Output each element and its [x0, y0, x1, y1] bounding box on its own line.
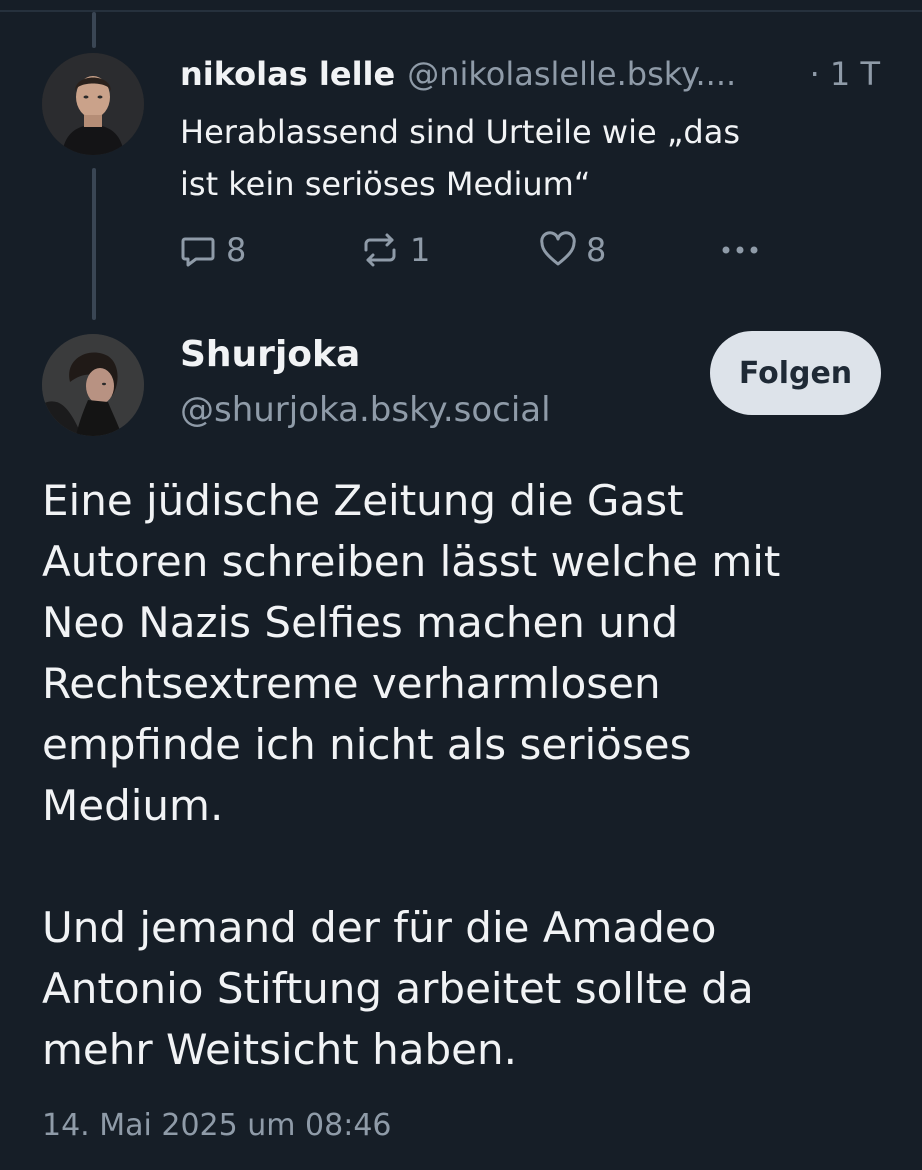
- avatar-nikolas-lelle[interactable]: [42, 53, 144, 155]
- post-text-line: Eine jüdische Zeitung die Gast: [42, 476, 684, 525]
- like-button[interactable]: 8: [538, 226, 606, 274]
- post-text-line: mehr Weitsicht haben.: [42, 1025, 517, 1074]
- author-name[interactable]: Shurjoka: [180, 334, 360, 375]
- author-handle[interactable]: @nikolaslelle.bsky....: [407, 55, 736, 93]
- like-count: 8: [586, 231, 607, 269]
- repost-icon: [364, 233, 396, 267]
- author-handle[interactable]: @shurjoka.bsky.social: [180, 390, 551, 430]
- author-name[interactable]: nikolas lelle: [180, 55, 395, 93]
- more-icon: [722, 246, 758, 254]
- post-text-line: Neo Nazis Selfies machen und: [42, 598, 679, 647]
- post-text-line: Rechtsextreme verharmlosen: [42, 659, 661, 708]
- post-actions: 8 1 8: [178, 226, 778, 274]
- post-text-line: Medium.: [42, 781, 224, 830]
- top-divider: [0, 0, 922, 12]
- post-timestamp: 14. Mai 2025 um 08:46: [42, 1108, 392, 1143]
- thread-connector-top: [92, 12, 96, 48]
- post-text-line: empfinde ich nicht als seriöses: [42, 720, 692, 769]
- reply-icon: [181, 237, 215, 267]
- post-text: Eine jüdische Zeitung die Gast Autoren s…: [42, 470, 892, 1080]
- repost-count: 1: [410, 231, 431, 269]
- more-options-button[interactable]: [716, 226, 772, 274]
- heart-icon: [540, 231, 576, 266]
- post-paragraph: Eine jüdische Zeitung die Gast Autoren s…: [42, 470, 892, 836]
- post-text-line: Antonio Stiftung arbeitet sollte da: [42, 964, 754, 1013]
- reply-button[interactable]: 8: [178, 226, 246, 274]
- parent-post-text-line: Herablassend sind Urteile wie „das: [180, 113, 740, 151]
- reply-count: 8: [226, 231, 247, 269]
- parent-post-text-line: ist kein seriöses Medium“: [180, 165, 591, 203]
- thread-connector: [92, 168, 96, 320]
- parent-post-header: nikolas lelle @nikolaslelle.bsky.... · 1…: [180, 50, 880, 98]
- post-text-line: Autoren schreiben lässt welche mit: [42, 537, 781, 586]
- avatar-shurjoka[interactable]: [42, 334, 144, 436]
- post-age: · 1 T: [809, 55, 880, 93]
- repost-button[interactable]: 1: [358, 226, 430, 274]
- follow-button[interactable]: Folgen: [710, 331, 881, 415]
- post-paragraph: Und jemand der für die Amadeo Antonio St…: [42, 897, 892, 1080]
- parent-post-text: Herablassend sind Urteile wie „das ist k…: [180, 106, 860, 210]
- post-text-line: Und jemand der für die Amadeo: [42, 903, 717, 952]
